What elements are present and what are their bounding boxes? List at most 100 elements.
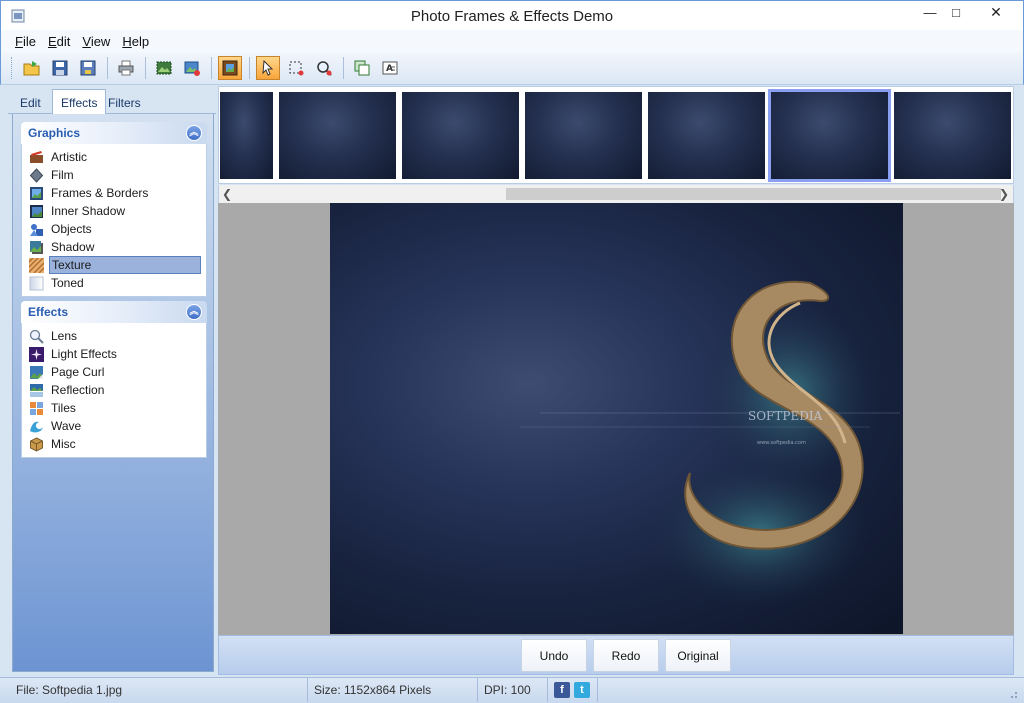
menu-help[interactable]: Help [116, 34, 155, 49]
status-empty [598, 678, 1006, 702]
undo-button[interactable]: Undo [521, 639, 587, 672]
menu-edit-label: dit [56, 33, 71, 49]
crop-button[interactable] [152, 56, 176, 80]
pointer-icon [262, 59, 274, 76]
frame-button[interactable] [218, 56, 242, 80]
graphics-item-film[interactable]: Film [22, 166, 206, 184]
toolbar-separator [145, 57, 146, 79]
island-image: SOFTPEDIA www.softpedia.com [520, 280, 900, 608]
graphics-item-label: Inner Shadow [51, 204, 126, 218]
light-effects-icon [29, 346, 44, 362]
svg-text:A: A [386, 64, 393, 74]
maximize-button[interactable]: □ [941, 1, 971, 23]
effects-item-page-curl[interactable]: Page Curl [22, 363, 206, 381]
save-button[interactable] [48, 56, 72, 80]
effects-item-lens[interactable]: Lens [22, 327, 206, 345]
menu-edit[interactable]: Edit [42, 34, 76, 49]
resize-grip-icon[interactable] [1008, 689, 1018, 699]
graphics-item-label: Frames & Borders [51, 186, 149, 200]
facebook-icon[interactable]: f [554, 682, 570, 698]
thumbnail-strip [218, 86, 1014, 184]
scrollbar-thumb[interactable] [506, 188, 1001, 200]
effects-item-misc[interactable]: Misc [22, 435, 206, 453]
misc-icon [30, 436, 43, 452]
watermark-url: www.softpedia.com [757, 440, 806, 446]
add-image-button[interactable] [180, 56, 204, 80]
menu-file-mnemonic: F [15, 33, 23, 49]
redo-button[interactable]: Redo [593, 639, 659, 672]
graphics-item-label: Objects [51, 222, 92, 236]
selection-icon [289, 61, 304, 76]
tab-effects[interactable]: Effects [52, 89, 107, 115]
lens-icon [29, 329, 44, 344]
graphics-item-toned[interactable]: Toned [22, 274, 206, 292]
menu-help-mnemonic: H [122, 33, 132, 49]
frames-icon [30, 186, 43, 200]
menu-bar: File Edit View Help [0, 30, 1024, 52]
thumbnail-scrollbar[interactable]: ❮ ❯ [218, 185, 1014, 203]
status-file: File: Softpedia 1.jpg [10, 678, 308, 702]
effects-item-light-effects[interactable]: Light Effects [22, 345, 206, 363]
thumbnail[interactable] [279, 92, 396, 179]
window-title: Photo Frames & Effects Demo [410, 8, 614, 25]
thumbnail[interactable] [402, 92, 519, 179]
graphics-list: Artistic Film Frames & Borders Inner Sha… [21, 144, 207, 297]
thumbnail[interactable] [648, 92, 765, 179]
effects-group: Effects ︽ Lens Light Effects Page Curl R… [21, 301, 207, 458]
copy-icon [354, 60, 370, 76]
original-button[interactable]: Original [665, 639, 731, 672]
tab-edit[interactable]: Edit [12, 92, 49, 114]
title-bar: Photo Frames & Effects Demo — □ ✕ [0, 0, 1024, 30]
toolbar: A [0, 52, 1024, 85]
toolbar-separator [249, 57, 250, 79]
pointer-button[interactable] [256, 56, 280, 80]
status-social: f t [548, 678, 598, 702]
tab-strip: Edit Effects Filters [8, 86, 216, 115]
graphics-item-texture[interactable]: Texture [22, 256, 206, 274]
save-as-button[interactable] [76, 56, 100, 80]
texture-icon [29, 257, 44, 273]
collapse-icon[interactable]: ︽ [186, 304, 202, 320]
menu-view[interactable]: View [76, 34, 116, 49]
effects-item-reflection[interactable]: Reflection [22, 381, 206, 399]
tab-filters[interactable]: Filters [100, 92, 149, 114]
toolbar-grip[interactable] [11, 57, 14, 79]
toned-icon [29, 276, 44, 290]
effects-item-tiles[interactable]: Tiles [22, 399, 206, 417]
twitter-icon[interactable]: t [574, 682, 590, 698]
open-button[interactable] [20, 56, 44, 80]
action-bar: Undo Redo Original [218, 635, 1014, 675]
print-button[interactable] [114, 56, 138, 80]
scroll-left-icon[interactable]: ❮ [222, 187, 232, 201]
text-button[interactable]: A [378, 56, 402, 80]
effects-list: Lens Light Effects Page Curl Reflection … [21, 323, 207, 458]
graphics-item-label: Toned [51, 276, 84, 290]
thumbnail[interactable] [894, 92, 1011, 179]
graphics-group-title: Graphics [28, 126, 81, 140]
image-canvas[interactable]: SOFTPEDIA www.softpedia.com [218, 203, 1014, 635]
graphics-item-frames-borders[interactable]: Frames & Borders [22, 184, 206, 202]
selection-button[interactable] [284, 56, 308, 80]
film-icon [29, 167, 44, 183]
thumbnail[interactable] [525, 92, 642, 179]
graphics-item-objects[interactable]: Objects [22, 220, 206, 238]
thumbnail-selected[interactable] [768, 89, 891, 182]
graphics-item-inner-shadow[interactable]: Inner Shadow [22, 202, 206, 220]
effects-item-wave[interactable]: Wave [22, 417, 206, 435]
status-dpi: DPI: 100 [478, 678, 548, 702]
thumbnail[interactable] [220, 92, 273, 179]
close-button[interactable]: ✕ [979, 1, 1013, 23]
copy-button[interactable] [350, 56, 374, 80]
collapse-icon[interactable]: ︽ [186, 125, 202, 141]
graphics-item-label: Shadow [51, 240, 95, 254]
menu-edit-mnemonic: E [47, 33, 57, 49]
zoom-button[interactable] [312, 56, 336, 80]
effects-group-title: Effects [28, 305, 69, 319]
graphics-item-artistic[interactable]: Artistic [22, 148, 206, 166]
graphics-item-label: Film [51, 168, 74, 182]
menu-file[interactable]: File [9, 34, 42, 49]
graphics-group-header[interactable]: Graphics ︽ [21, 122, 207, 144]
scroll-right-icon[interactable]: ❯ [999, 187, 1009, 201]
effects-group-header[interactable]: Effects ︽ [21, 301, 207, 323]
graphics-item-shadow[interactable]: Shadow [22, 238, 206, 256]
